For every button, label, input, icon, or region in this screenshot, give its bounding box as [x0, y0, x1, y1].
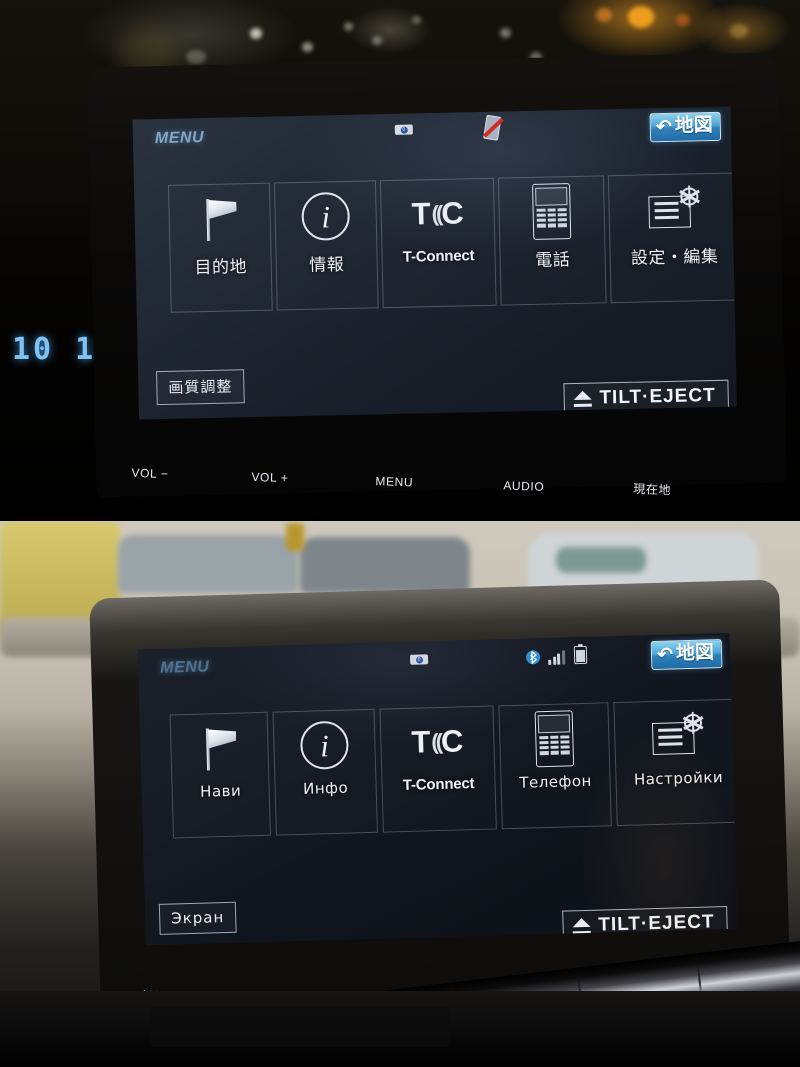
background-pole	[286, 523, 304, 551]
phys-button-menu[interactable]: MENU	[375, 474, 503, 492]
menu-tile-navigation[interactable]: Нави	[169, 711, 271, 839]
tilt-eject-button[interactable]: TILT·EJECT	[563, 379, 730, 417]
bokeh-light	[372, 36, 382, 45]
menu-tile-grid-top: 目的地 i 情報 T((C T-Connect 電話 設定・編集	[167, 172, 737, 313]
menu-tile-information[interactable]: i Инфо	[272, 708, 378, 836]
return-arrow-icon: ↶	[655, 116, 673, 138]
physical-button-strip-top: VOL − VOL + MENU AUDIO 現在地	[131, 423, 773, 502]
phys-button-vol-down[interactable]: VOL −	[131, 466, 251, 484]
info-icon: i	[301, 182, 351, 251]
media-badge-icon: 0	[394, 124, 413, 135]
bluetooth-icon	[526, 648, 541, 665]
signal-bars-icon	[548, 650, 565, 665]
head-unit-bottom: NSZT-Y66T MENU 0 ↶ 地図 Нави i Инфо T ((C…	[89, 579, 800, 1067]
bokeh-light	[186, 50, 206, 64]
phys-button-current-location[interactable]: 現在地	[633, 480, 671, 498]
phone-status-area	[482, 114, 504, 141]
bokeh-light	[730, 24, 748, 38]
menu-tile-label: T-Connect	[402, 247, 475, 266]
air-vent	[150, 1007, 450, 1047]
eject-icon	[573, 390, 592, 408]
head-unit-top: MENU 0 ↶ 地図 目的地 i 情報 T ((C T-Connect 電話…	[87, 52, 787, 498]
battery-icon	[573, 645, 587, 665]
settings-icon	[648, 174, 700, 243]
model-label: NSZT-Y66T	[149, 636, 196, 646]
bokeh-light	[412, 16, 421, 24]
screen-title: MENU	[154, 129, 205, 148]
map-button[interactable]: ↶ 地図	[649, 111, 722, 143]
background-car	[118, 535, 298, 593]
return-arrow-icon: ↶	[656, 643, 674, 666]
flag-icon	[200, 714, 240, 783]
bokeh-light	[596, 8, 612, 22]
t-connect-icon: T((C	[410, 723, 464, 760]
screen-title: MENU	[160, 658, 210, 677]
menu-tile-label: 設定・編集	[630, 246, 719, 269]
panel-divider	[0, 517, 800, 521]
bokeh-light	[302, 42, 313, 52]
bokeh-light	[676, 14, 690, 26]
menu-tile-label: 電話	[534, 250, 571, 271]
menu-tile-phone[interactable]: 電話	[497, 175, 607, 306]
status-icon-row	[526, 645, 587, 666]
info-icon: i	[299, 711, 350, 780]
menu-tile-label: Инфо	[302, 778, 349, 798]
menu-tile-t-connect[interactable]: T((C T-Connect	[379, 705, 497, 833]
panel-bottom-russian-day: 1 08 NSZT-Y66T MENU 0	[0, 521, 800, 1067]
menu-tile-phone[interactable]: Телефон	[498, 702, 612, 830]
map-button-label: 地図	[674, 114, 714, 137]
settings-icon	[651, 701, 704, 770]
menu-tile-label: 目的地	[194, 257, 248, 279]
media-badge-icon: 0	[409, 654, 429, 665]
map-button-label: 地図	[675, 642, 715, 665]
phone-icon	[534, 704, 575, 773]
phys-button-vol-up[interactable]: VOL +	[251, 470, 375, 488]
menu-tile-label: Телефон	[519, 771, 593, 792]
menu-tile-label: Нави	[199, 781, 242, 801]
bokeh-light	[344, 22, 353, 31]
bokeh-light	[628, 6, 654, 28]
bokeh-light	[250, 28, 262, 39]
tilt-eject-label: TILT·EJECT	[599, 384, 716, 409]
menu-tile-information[interactable]: i 情報	[273, 180, 379, 311]
flag-icon	[200, 184, 239, 253]
menu-tile-label: Настройки	[633, 768, 724, 789]
eject-icon	[572, 917, 591, 935]
screen-adjust-button[interactable]: 画質調整	[156, 369, 245, 406]
tilt-eject-label: TILT·EJECT	[598, 911, 715, 936]
background-car-window	[556, 547, 646, 573]
map-button[interactable]: ↶ 地図	[650, 639, 723, 671]
tilt-eject-button[interactable]: TILT·EJECT	[561, 906, 729, 944]
menu-tile-label: 情報	[309, 255, 345, 276]
phone-disconnected-icon	[482, 114, 504, 141]
menu-tile-settings[interactable]: 設定・編集	[607, 172, 737, 304]
screenshot-root: 10 19 MENU 0 ↶ 地図 目的地 i 情報 T ((C T-Conn…	[0, 0, 800, 1067]
menu-tile-destination[interactable]: 目的地	[167, 182, 273, 313]
t-connect-icon: T((C	[411, 195, 465, 232]
menu-tile-label: T-Connect	[402, 775, 475, 795]
media-status: 0	[409, 654, 429, 665]
menu-tile-t-connect[interactable]: T((C T-Connect	[379, 177, 497, 309]
menu-tile-grid-bottom: Нави i Инфо T((C T-Connect Телефон Наст…	[169, 698, 738, 839]
panel-top-japanese-night: 10 19 MENU 0 ↶ 地図 目的地 i 情報 T ((C T-Conn…	[0, 0, 800, 519]
menu-tile-settings[interactable]: Настройки	[613, 698, 738, 827]
phone-icon	[532, 177, 572, 246]
bokeh-light	[500, 28, 511, 38]
screen-adjust-button[interactable]: Экран	[158, 901, 237, 935]
status-icon-row: 0	[394, 124, 413, 135]
navigation-screen-top[interactable]: MENU 0 ↶ 地図 目的地 i 情報 T ((C T-Connect 電話…	[132, 106, 737, 420]
navigation-screen-bottom[interactable]: NSZT-Y66T MENU 0 ↶ 地図 Нави i Инфо T ((C…	[137, 632, 738, 946]
background-car	[300, 537, 470, 593]
